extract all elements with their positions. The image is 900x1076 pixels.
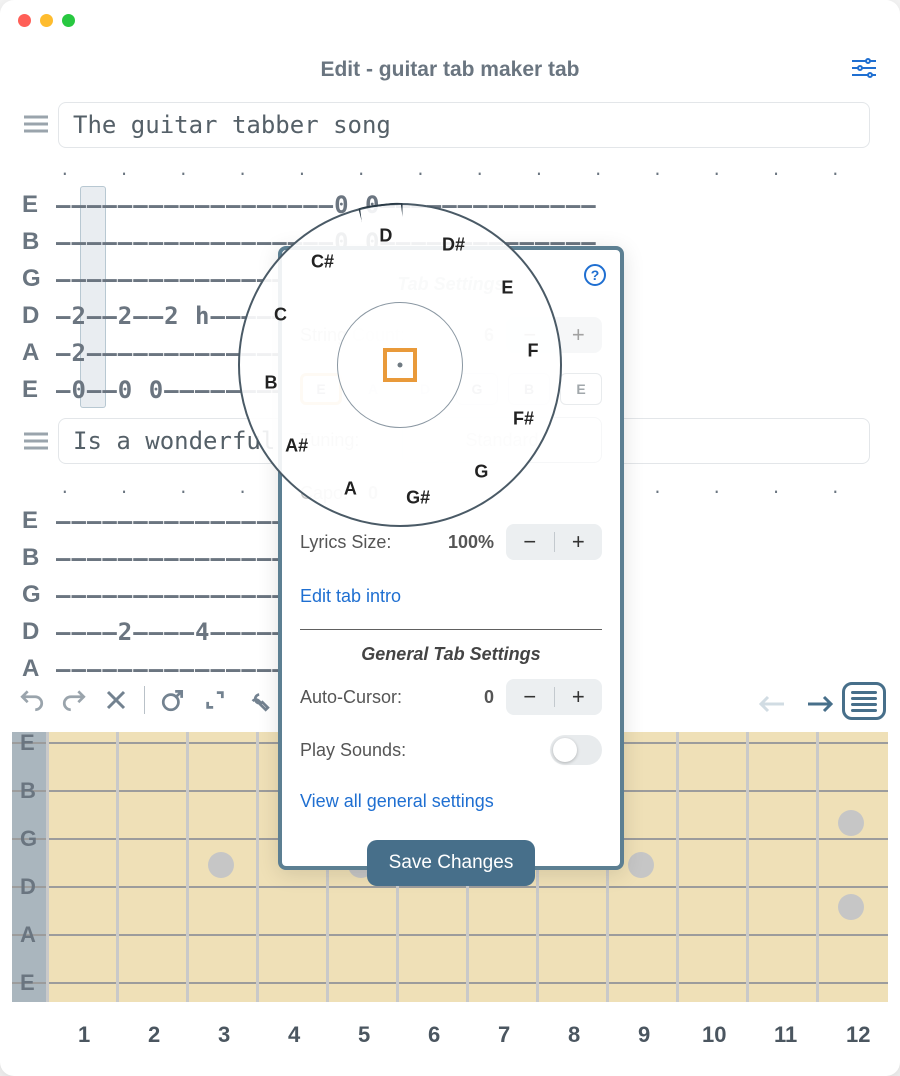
fret-number: 4 [288,1022,300,1048]
auto-cursor-label: Auto-Cursor: [300,687,402,708]
fret-marker-dot [838,810,864,836]
note-wheel-note[interactable]: G# [406,488,430,509]
note-wheel-note[interactable]: E [501,277,513,298]
string-label: D [22,618,56,646]
play-sounds-toggle[interactable] [550,735,602,765]
fret-numbers: 1 2 3 4 5 6 7 8 9 10 11 12 [46,1022,888,1052]
undo-icon[interactable] [18,686,46,714]
tuning-button-e-high[interactable]: E [560,373,602,405]
settings-sliders-icon[interactable] [852,58,876,78]
fret-number: 1 [78,1022,90,1048]
string-label: B [22,228,56,256]
drag-handle-icon[interactable] [24,115,48,138]
fret-number: 5 [358,1022,370,1048]
note-wheel-center-button[interactable] [383,348,417,382]
fret-number: 6 [428,1022,440,1048]
redo-icon[interactable] [60,686,88,714]
stepper-plus-button[interactable]: + [555,684,603,710]
fret-number: 12 [846,1022,870,1048]
string-label: B [22,544,56,572]
note-wheel-note[interactable]: G [474,462,488,483]
note-wheel-note[interactable]: D [379,225,392,246]
lyrics-size-label: Lyrics Size: [300,532,391,553]
fret-number: 7 [498,1022,510,1048]
stepper-minus-button[interactable]: − [506,684,554,710]
delete-icon[interactable] [102,686,130,714]
keyboard-icon[interactable] [842,682,886,720]
window-controls [18,14,75,27]
string-label: G [22,581,56,609]
wrench-icon[interactable] [243,686,271,714]
beat-markers-1: . . . . . . . . . . . . . . . . . . . . … [60,160,870,179]
fret-marker-dot [628,852,654,878]
view-all-general-link[interactable]: View all general settings [300,791,494,812]
string-label: E [22,376,56,404]
note-wheel-note[interactable]: A [344,478,357,499]
fret-number: 10 [702,1022,726,1048]
tab-line[interactable]: ——————————————————0 0—————————————— [56,191,870,219]
auto-cursor-stepper[interactable]: − + [506,679,602,715]
expand-icon[interactable] [201,686,229,714]
close-window-button[interactable] [18,14,31,27]
fret-number: 3 [218,1022,230,1048]
fret-open-label: E [20,730,35,756]
fret-open-label: G [20,826,37,852]
auto-cursor-row: Auto-Cursor: 0 − + [300,679,602,715]
fret-number: 2 [148,1022,160,1048]
fret-number: 11 [774,1022,797,1048]
next-arrow-icon[interactable] [806,694,834,719]
note-wheel-note[interactable]: C# [311,251,334,272]
note-wheel-note[interactable]: F# [513,408,534,429]
page-title: Edit - guitar tab maker tab [0,0,900,82]
note-wheel-note[interactable]: F [528,340,539,361]
fret-marker-dot [838,894,864,920]
fret-open-label: E [20,970,35,996]
play-sounds-label: Play Sounds: [300,740,406,761]
lyrics-size-value: 100% [448,532,494,553]
note-wheel-note[interactable]: B [264,373,277,394]
fullscreen-window-button[interactable] [62,14,75,27]
note-wheel-note[interactable]: C [274,305,287,326]
play-sounds-row: Play Sounds: [300,735,602,765]
lyrics-size-row: Lyrics Size: 100% − + [300,524,602,560]
string-label: E [22,507,56,535]
stepper-plus-button[interactable]: + [555,529,603,555]
fret-marker-dot [208,852,234,878]
string-label: E [22,191,56,219]
stepper-minus-button[interactable]: − [506,529,554,555]
edit-tab-intro-link[interactable]: Edit tab intro [300,586,401,607]
lyrics-size-stepper[interactable]: − + [506,524,602,560]
section-title-input-1[interactable] [58,102,870,148]
stepper-plus-button[interactable]: + [555,322,603,348]
string-label: D [22,302,56,330]
fret-number: 8 [568,1022,580,1048]
string-label: A [22,339,56,367]
fret-open-label: D [20,874,36,900]
minimize-window-button[interactable] [40,14,53,27]
string-label: G [22,265,56,293]
fretboard-nut [12,732,46,1002]
general-settings-heading: General Tab Settings [300,644,602,665]
note-wheel[interactable]: D D# E F F# G G# A A# B C C# [238,203,562,527]
toolbar-divider [144,686,145,714]
fret-open-label: A [20,922,36,948]
drag-handle-icon[interactable] [24,432,48,455]
string-label: A [22,655,56,683]
fret-open-label: B [20,778,36,804]
app-window: Edit - guitar tab maker tab . . . . . . … [0,0,900,1076]
nav-arrows [758,694,834,719]
note-wheel-note[interactable]: A# [285,436,308,457]
save-button[interactable]: Save Changes [367,840,536,886]
auto-cursor-value: 0 [484,687,494,708]
prev-arrow-icon[interactable] [758,694,786,719]
panel-divider [300,629,602,630]
note-wheel-note[interactable]: D# [442,235,465,256]
fret-number: 9 [638,1022,650,1048]
external-link-icon[interactable] [159,686,187,714]
editor-toolbar [18,686,271,714]
